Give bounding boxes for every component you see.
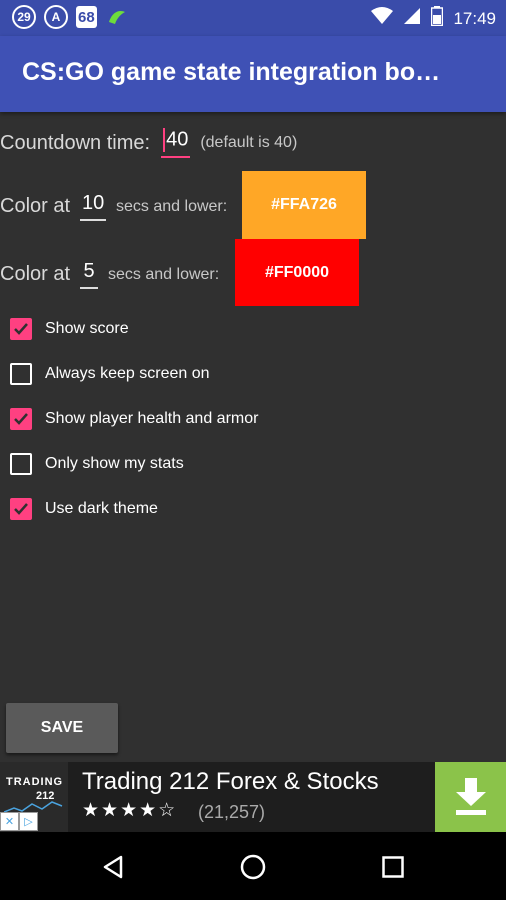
color-1-picker-button[interactable]: #FFA726 [242, 171, 366, 239]
back-icon[interactable] [98, 852, 128, 882]
page-title: CS:GO game state integration bo… [22, 58, 441, 86]
ad-download-button[interactable] [435, 762, 506, 832]
countdown-row: Countdown time: 40 (default is 40) [0, 128, 297, 158]
checkbox-show-health-armor[interactable]: Show player health and armor [10, 408, 258, 430]
ad-banner[interactable]: TRADING 212 ✕ ▷ Trading 212 Forex & Stoc… [0, 762, 506, 832]
color-threshold-2-input[interactable]: 5 [80, 260, 99, 289]
checkbox-label: Use dark theme [45, 500, 158, 517]
color-threshold-1-row: Color at 10 secs and lower: [0, 192, 227, 221]
checkbox-label: Show score [45, 320, 129, 337]
checkbox-only-my-stats[interactable]: Only show my stats [10, 453, 184, 475]
status-bar: 29 A 68 17:49 [0, 0, 506, 36]
signal-icon [403, 7, 421, 30]
recents-icon[interactable] [378, 852, 408, 882]
color-threshold-1-label: Color at [0, 195, 71, 217]
ad-rating-count: (21,257) [198, 802, 266, 822]
notification-number-icon: 68 [76, 6, 97, 28]
checkbox-checked-icon[interactable] [10, 498, 32, 520]
color-threshold-2-suffix: secs and lower: [108, 265, 220, 283]
checkbox-label: Show player health and armor [45, 410, 259, 427]
checkbox-dark-theme[interactable]: Use dark theme [10, 498, 158, 520]
color-threshold-1-suffix: secs and lower: [116, 197, 228, 215]
checkbox-label: Only show my stats [45, 455, 184, 472]
ad-close-icon[interactable]: ✕ [0, 812, 19, 831]
checkbox-checked-icon[interactable] [10, 408, 32, 430]
notification-app-icon: A [44, 5, 68, 29]
checkbox-checked-icon[interactable] [10, 318, 32, 340]
save-button[interactable]: SAVE [6, 703, 118, 753]
ad-logo-line1: TRADING [6, 776, 64, 788]
color-threshold-2-label: Color at [0, 263, 71, 285]
color-threshold-1-input[interactable]: 10 [80, 192, 107, 221]
ad-rating-stars: ★★★★☆ [82, 800, 178, 821]
download-icon [455, 778, 486, 815]
wifi-icon [371, 7, 394, 30]
countdown-input[interactable]: 40 [161, 128, 191, 158]
ad-title[interactable]: Trading 212 Forex & Stocks [82, 768, 379, 796]
checkbox-keep-screen-on[interactable]: Always keep screen on [10, 363, 210, 385]
text-cursor [163, 128, 166, 152]
checkbox-label: Always keep screen on [45, 365, 210, 382]
countdown-hint: (default is 40) [200, 134, 298, 151]
color-threshold-2-row: Color at 5 secs and lower: [0, 260, 219, 289]
navigation-bar [0, 832, 506, 900]
checkbox-unchecked-icon[interactable] [10, 363, 32, 385]
notification-leaf-icon [105, 5, 129, 29]
ad-choices-icon[interactable]: ▷ [19, 812, 38, 831]
status-clock: 17:49 [453, 8, 496, 28]
color-2-picker-button[interactable]: #FF0000 [235, 239, 359, 306]
home-icon[interactable] [238, 852, 268, 882]
app-bar: CS:GO game state integration bo… [0, 36, 506, 112]
checkbox-show-score[interactable]: Show score [10, 318, 129, 340]
countdown-label: Countdown time: [0, 131, 151, 154]
countdown-value: 40 [166, 128, 189, 151]
battery-icon [431, 6, 444, 31]
checkbox-unchecked-icon[interactable] [10, 453, 32, 475]
notification-badge-icon: 29 [12, 5, 36, 29]
